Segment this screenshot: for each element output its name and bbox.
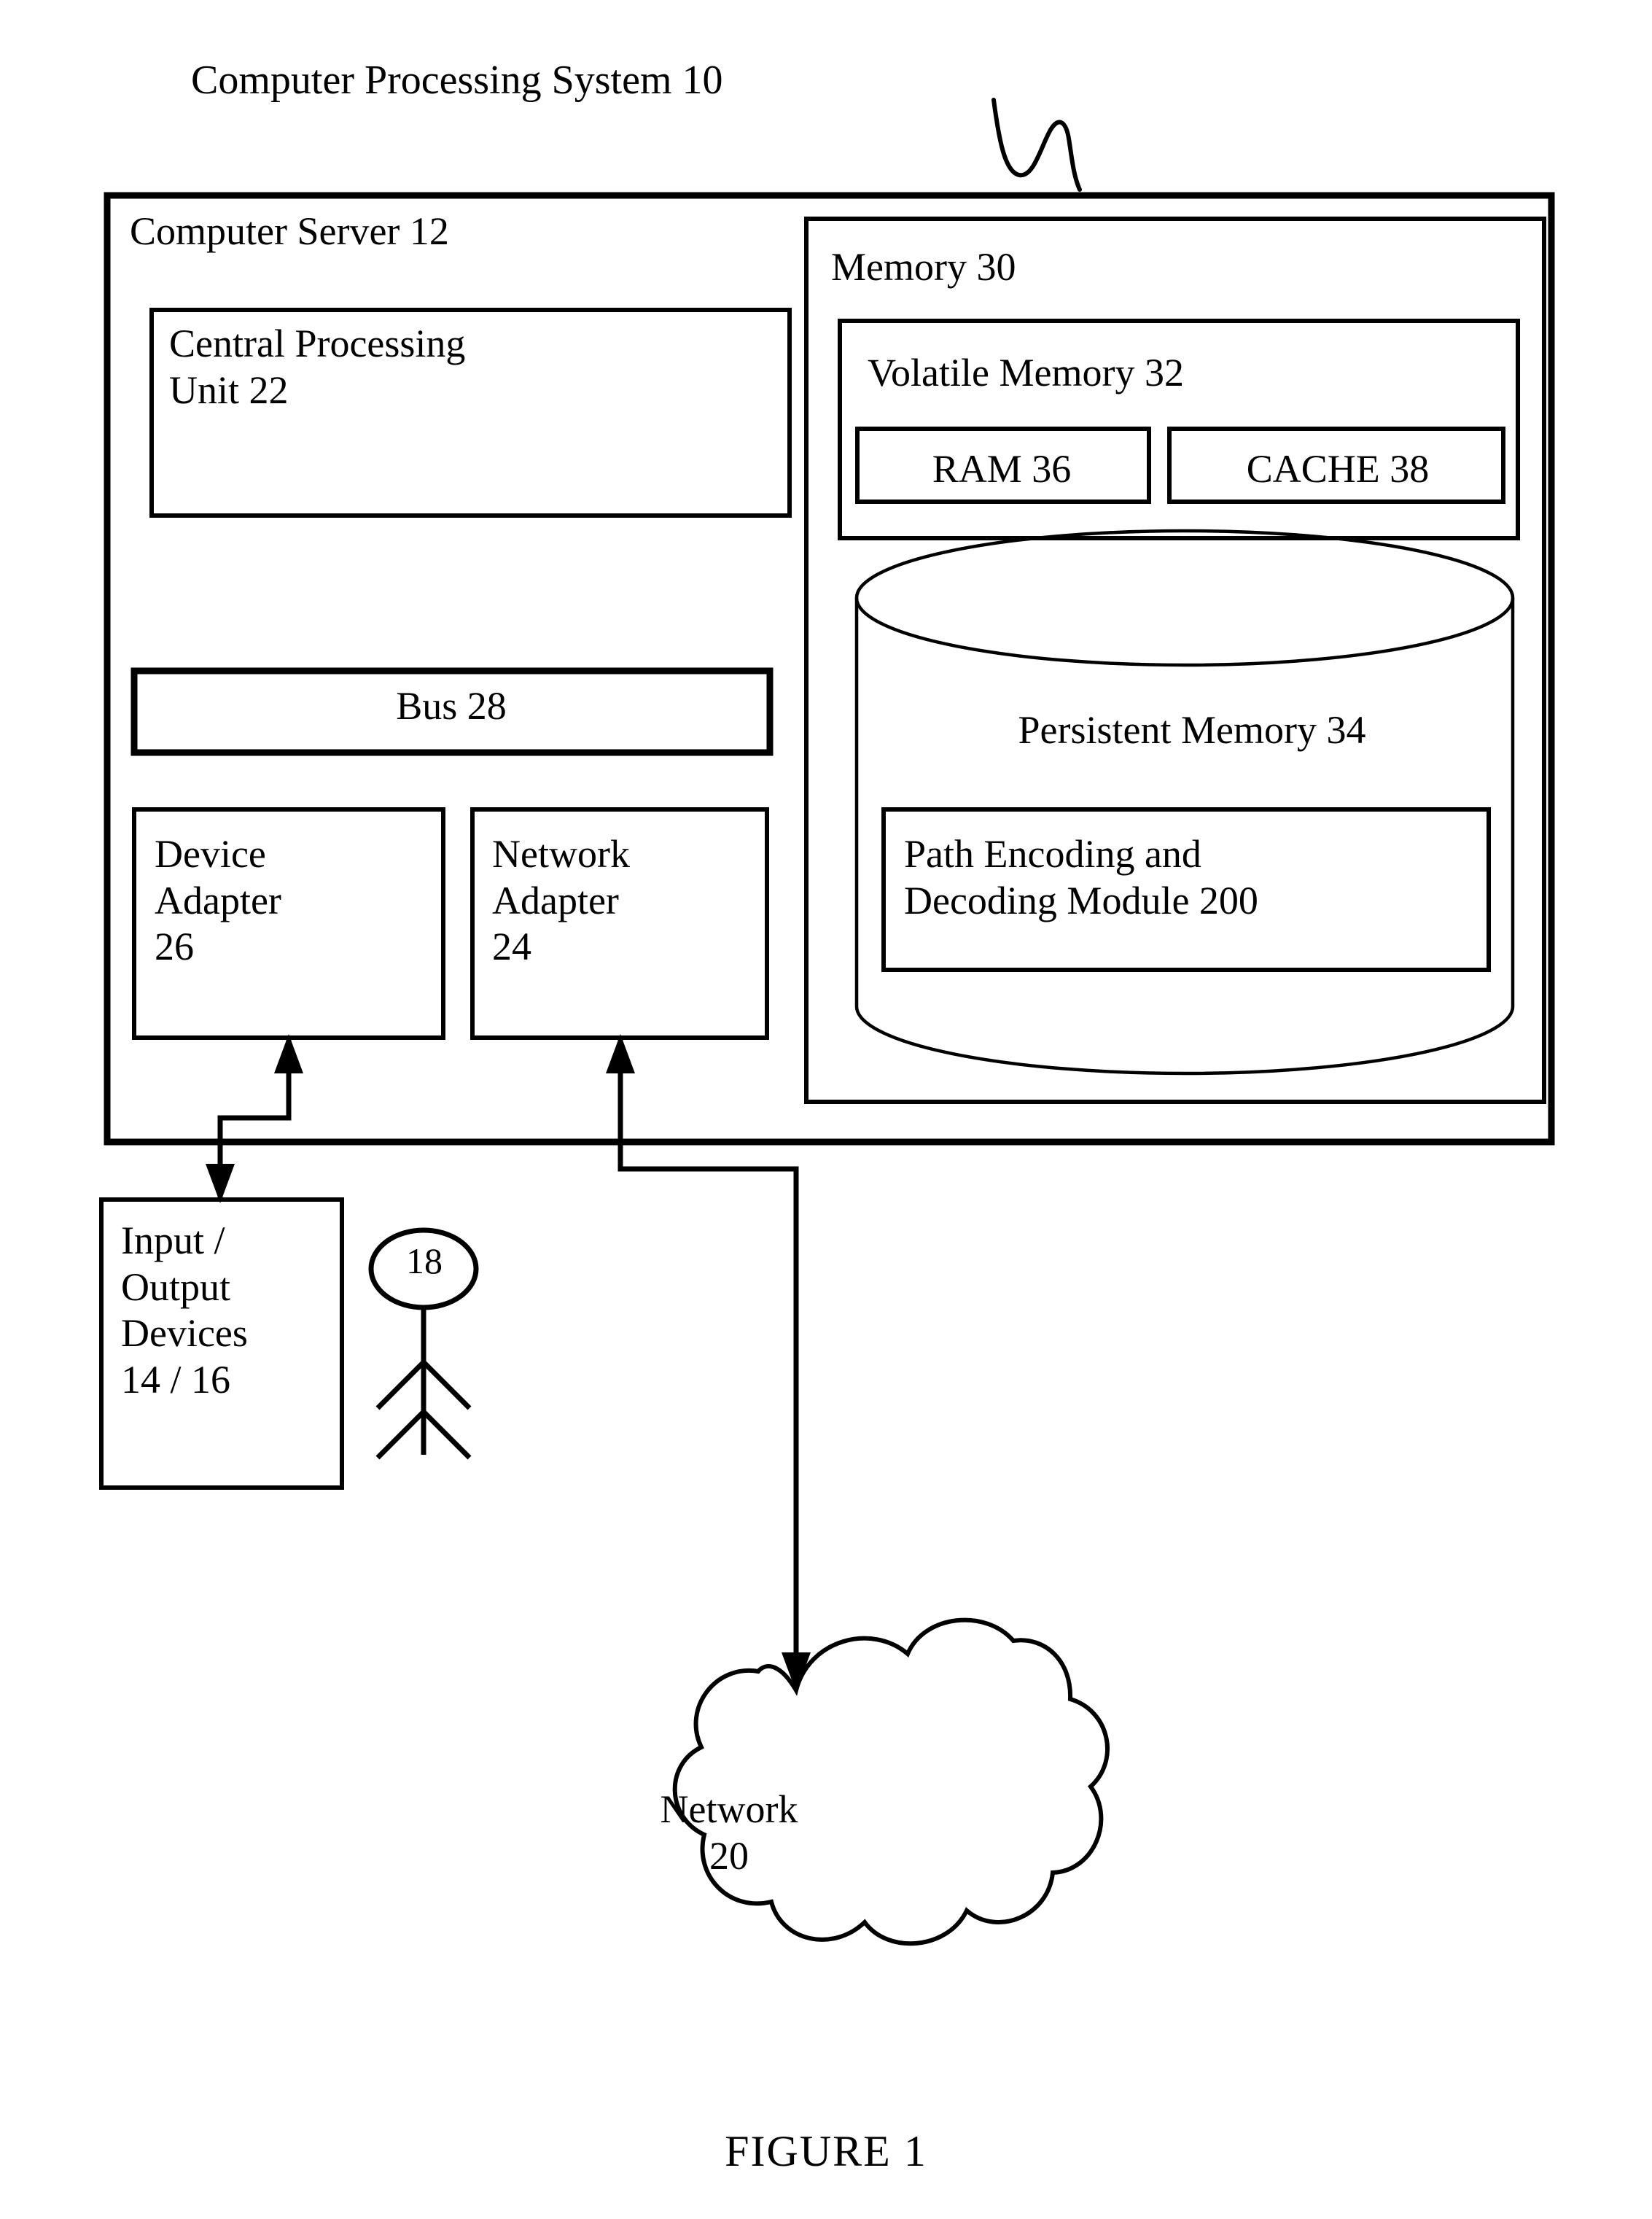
cpu-label: Central Processing Unit 22 <box>169 322 466 412</box>
volatile-memory-label: Volatile Memory 32 <box>868 351 1184 395</box>
network-cloud-label: Network 20 <box>660 1787 798 1878</box>
arrow-up-network-adapter <box>606 1034 635 1073</box>
patent-figure-page: Computer Processing System 10 Computer S… <box>0 0 1652 2219</box>
device-adapter-label: Device Adapter 26 <box>155 832 281 969</box>
figure-caption: FIGURE 1 <box>725 2127 927 2175</box>
bus-label: Bus 28 <box>396 684 507 728</box>
persistent-memory-label: Persistent Memory 34 <box>1018 708 1366 752</box>
page-title: Computer Processing System 10 <box>191 58 723 103</box>
io-devices-label: Input / Output Devices 14 / 16 <box>121 1219 248 1402</box>
network-adapter-label: Network Adapter 24 <box>492 832 630 969</box>
network-adapter-cloud-connector <box>606 1034 811 1692</box>
persistent-memory-cylinder <box>854 529 1515 1076</box>
arrow-down-io-devices <box>206 1164 235 1203</box>
arrow-up-device-adapter <box>274 1034 303 1073</box>
path-module-label: Path Encoding and Decoding Module 200 <box>904 832 1258 922</box>
squiggle-reference-mark <box>991 98 1082 192</box>
user-reference-number: 18 <box>406 1240 443 1281</box>
cache-label: CACHE 38 <box>1246 447 1430 491</box>
device-adapter-io-connector <box>206 1034 303 1203</box>
ram-label: RAM 36 <box>932 447 1072 491</box>
memory-label: Memory 30 <box>831 245 1016 289</box>
network-cloud-shape <box>672 1617 1110 1946</box>
computer-server-label: Computer Server 12 <box>130 209 449 253</box>
